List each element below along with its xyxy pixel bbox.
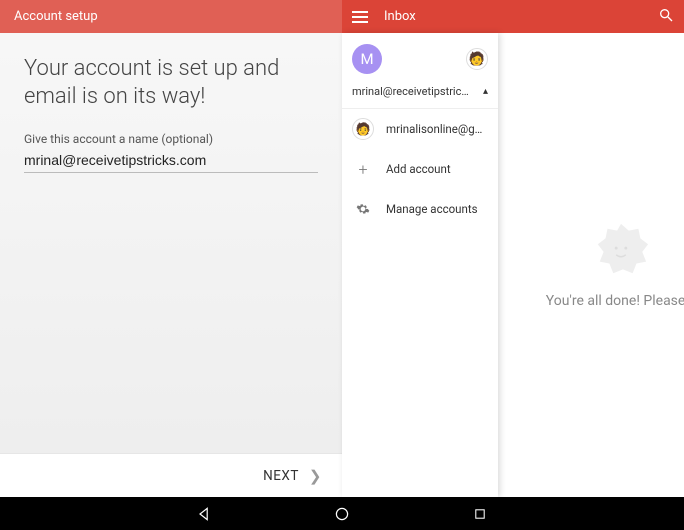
left-header-title: Account setup xyxy=(14,9,98,24)
left-header: Account setup xyxy=(0,0,342,33)
other-account-avatar[interactable]: 🧑 xyxy=(466,48,488,70)
sun-icon xyxy=(592,221,650,279)
next-button[interactable]: NEXT ❯ xyxy=(263,467,322,485)
headline: Your account is set up and email is on i… xyxy=(24,55,318,110)
avatar-letter: M xyxy=(360,50,373,68)
right-header-title: Inbox xyxy=(384,9,658,24)
account-avatar-icon: 🧑 xyxy=(352,118,374,140)
account-drawer: M 🧑 mrinal@receivetipstricks... ▴ 🧑 mrin… xyxy=(342,33,498,497)
account-email: mrinalisonline@gmail.... xyxy=(386,122,486,136)
next-row: NEXT ❯ xyxy=(0,453,342,497)
current-account-email: mrinal@receivetipstricks... xyxy=(352,85,472,98)
headline-line1: Your account is set up and xyxy=(24,56,279,81)
account-item[interactable]: 🧑 mrinalisonline@gmail.... xyxy=(342,109,498,149)
menu-icon[interactable] xyxy=(352,11,368,23)
recents-button[interactable] xyxy=(471,505,489,523)
chevron-up-icon: ▴ xyxy=(483,86,488,97)
account-setup-pane: Account setup Your account is set up and… xyxy=(0,0,342,497)
android-navbar xyxy=(0,497,684,530)
manage-accounts-item[interactable]: Manage accounts xyxy=(342,189,498,229)
manage-accounts-label: Manage accounts xyxy=(386,202,478,216)
inbox-pane: Inbox M 🧑 mrinal@receivetipstricks... ▴ xyxy=(342,0,684,497)
current-account-row[interactable]: mrinal@receivetipstricks... ▴ xyxy=(342,85,498,109)
plus-icon: + xyxy=(352,158,374,180)
next-label: NEXT xyxy=(263,468,299,484)
back-button[interactable] xyxy=(195,505,213,523)
search-icon[interactable] xyxy=(658,7,674,27)
chevron-right-icon: ❯ xyxy=(309,467,322,485)
account-name-hint: Give this account a name (optional) xyxy=(24,132,318,146)
add-account-label: Add account xyxy=(386,162,451,176)
right-header: Inbox xyxy=(342,0,684,33)
empty-state-text: You're all done! Please e xyxy=(546,293,684,309)
gear-icon xyxy=(352,198,374,220)
current-account-avatar[interactable]: M xyxy=(352,44,382,74)
account-name-input[interactable] xyxy=(24,146,318,173)
drawer-header: M 🧑 xyxy=(342,33,498,85)
left-body: Your account is set up and email is on i… xyxy=(0,33,342,453)
home-button[interactable] xyxy=(333,505,351,523)
inbox-empty-state: You're all done! Please e xyxy=(498,33,684,497)
headline-line2: email is on its way! xyxy=(24,84,205,109)
add-account-item[interactable]: + Add account xyxy=(342,149,498,189)
